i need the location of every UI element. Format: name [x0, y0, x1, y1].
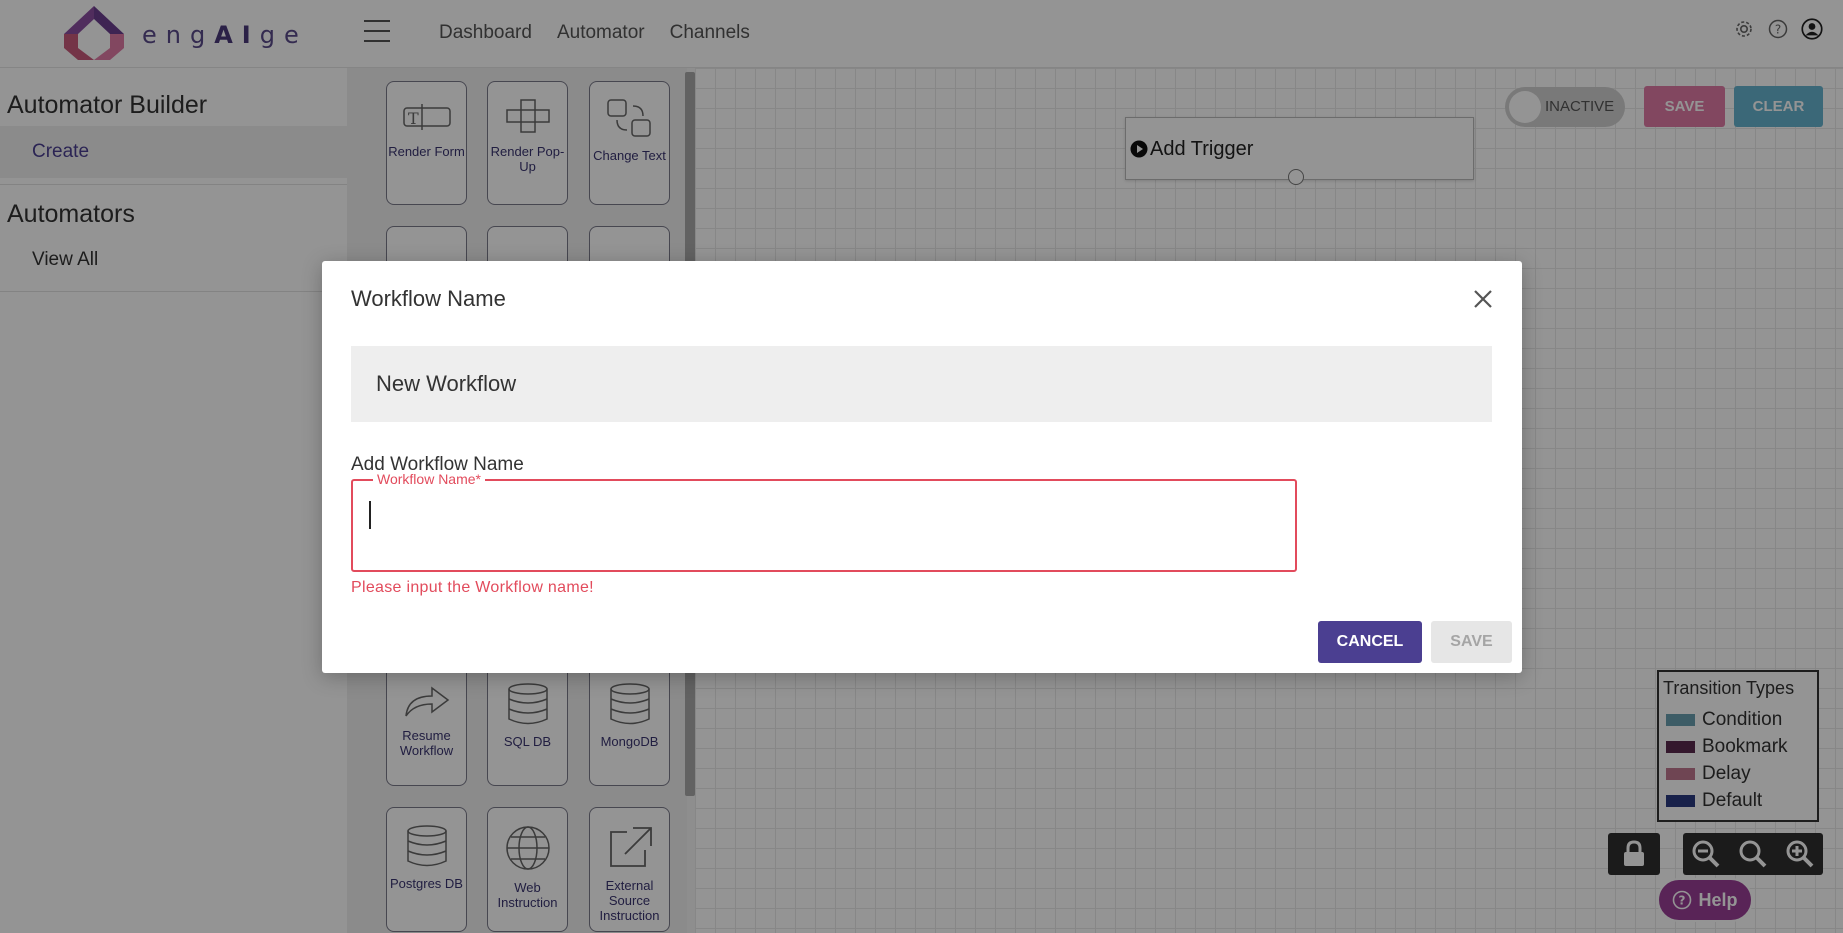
text-caret	[369, 501, 371, 529]
close-icon[interactable]	[1470, 286, 1496, 312]
cancel-button[interactable]: CANCEL	[1318, 621, 1422, 663]
workflow-name-field[interactable]: Workflow Name*	[351, 471, 1297, 572]
dialog-title: Workflow Name	[351, 286, 506, 311]
save-button[interactable]: SAVE	[1431, 621, 1512, 663]
field-label: Workflow Name*	[373, 471, 485, 487]
workflow-name-dialog: Workflow Name New Workflow Add Workflow …	[322, 261, 1522, 673]
current-workflow-name: New Workflow	[351, 346, 1492, 422]
validation-error: Please input the Workflow name!	[351, 579, 594, 596]
workflow-name-input[interactable]	[367, 499, 1267, 531]
